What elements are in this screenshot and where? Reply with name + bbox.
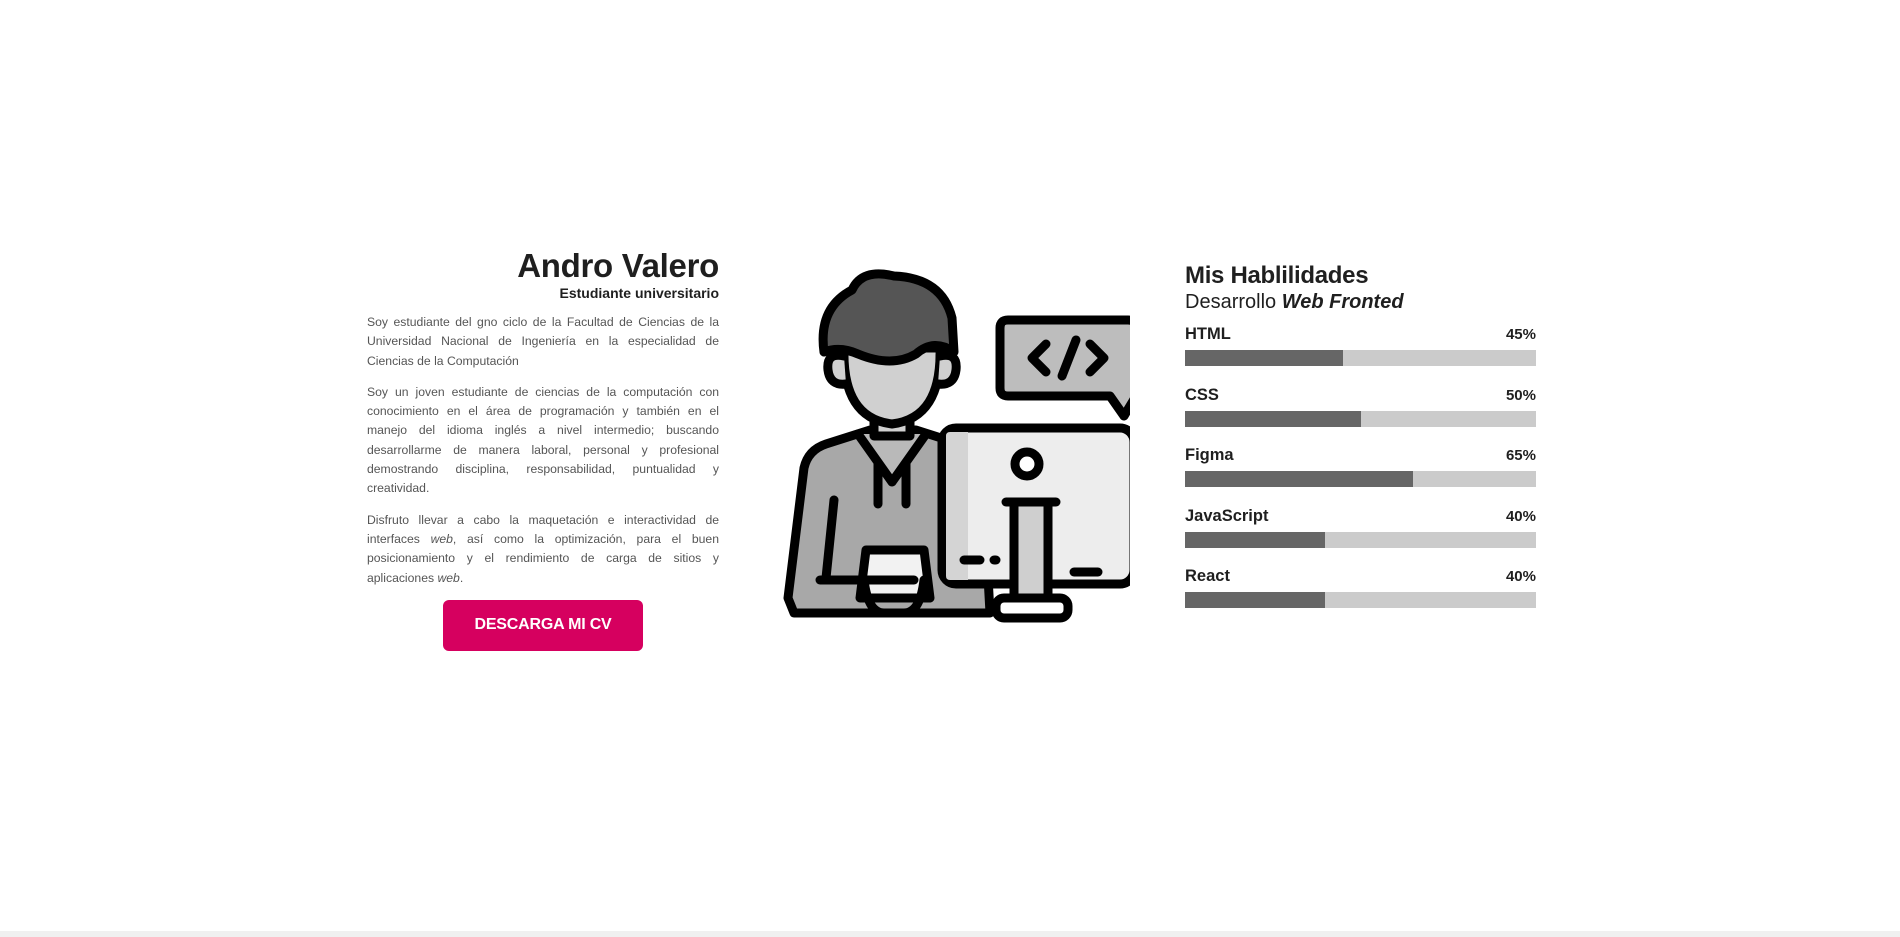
about-text: Soy estudiante del gno ciclo de la Facul… (367, 313, 719, 588)
skill-item: CSS 50% (1185, 386, 1536, 447)
about-paragraph-3: Disfruto llevar a cabo la maquetación e … (367, 511, 719, 588)
skill-name: CSS (1185, 385, 1219, 404)
skills-section: Mis Hablilidades Desarrollo Web Fronted … (1185, 262, 1536, 628)
skill-item: JavaScript 40% (1185, 507, 1536, 568)
skill-header: JavaScript 40% (1185, 507, 1536, 529)
skill-progress-fill (1185, 592, 1326, 608)
page: Andro Valero Estudiante universitario So… (0, 0, 1900, 937)
about-section: Andro Valero Estudiante universitario So… (367, 247, 719, 651)
skill-item: React 40% (1185, 567, 1536, 628)
about-paragraph-3-em-1: web (430, 531, 453, 546)
skill-progress-bar (1185, 531, 1536, 548)
skill-progress-bar (1185, 410, 1536, 427)
about-paragraph-1: Soy estudiante del gno ciclo de la Facul… (367, 315, 719, 368)
skill-percent: 65% (1505, 447, 1536, 464)
skill-progress-fill (1185, 410, 1361, 427)
skills-subtitle-emphasis: Web Fronted (1281, 291, 1404, 313)
skill-name: HTML (1185, 325, 1231, 343)
skill-item: HTML 45% (1185, 325, 1536, 386)
skill-header: HTML 45% (1185, 325, 1536, 347)
skill-name: Figma (1185, 446, 1234, 464)
skill-percent: 40% (1505, 507, 1536, 525)
about-paragraph-2: Soy un joven estudiante de ciencias de l… (367, 384, 719, 496)
profile-role: Estudiante universitario (559, 285, 719, 301)
skill-progress-fill (1185, 471, 1414, 487)
skill-item: Figma 65% (1185, 446, 1536, 507)
about-paragraph-3-em-2: web (437, 570, 460, 585)
skill-name: JavaScript (1185, 506, 1269, 525)
about-paragraph-3-text-3: . (459, 570, 464, 585)
skill-header: React 40% (1185, 567, 1536, 589)
profile-name: Andro Valero (517, 247, 719, 284)
skills-subtitle: Desarrollo Web Fronted (1185, 290, 1536, 314)
skill-progress-bar (1185, 592, 1536, 608)
skill-name: React (1185, 567, 1230, 585)
skill-percent: 40% (1505, 568, 1536, 585)
skill-header: CSS 50% (1185, 386, 1536, 408)
skill-progress-fill (1185, 350, 1343, 366)
skill-progress-bar (1185, 350, 1536, 366)
download-cv-button[interactable]: DESCARGA MI CV (443, 599, 643, 651)
skill-header: Figma 65% (1185, 446, 1536, 468)
skill-percent: 50% (1505, 386, 1536, 404)
bottom-divider (0, 931, 1900, 937)
skill-progress-fill (1185, 531, 1326, 548)
skills-subtitle-prefix: Desarrollo (1185, 291, 1282, 313)
skills-title: Mis Hablilidades (1185, 262, 1369, 289)
skill-percent: 45% (1505, 326, 1536, 343)
skill-progress-bar (1185, 471, 1536, 487)
skill-list: HTML 45% CSS 50% Figma 65% JavaScript 40… (1185, 325, 1536, 628)
developer-at-computer-icon (774, 268, 1141, 624)
